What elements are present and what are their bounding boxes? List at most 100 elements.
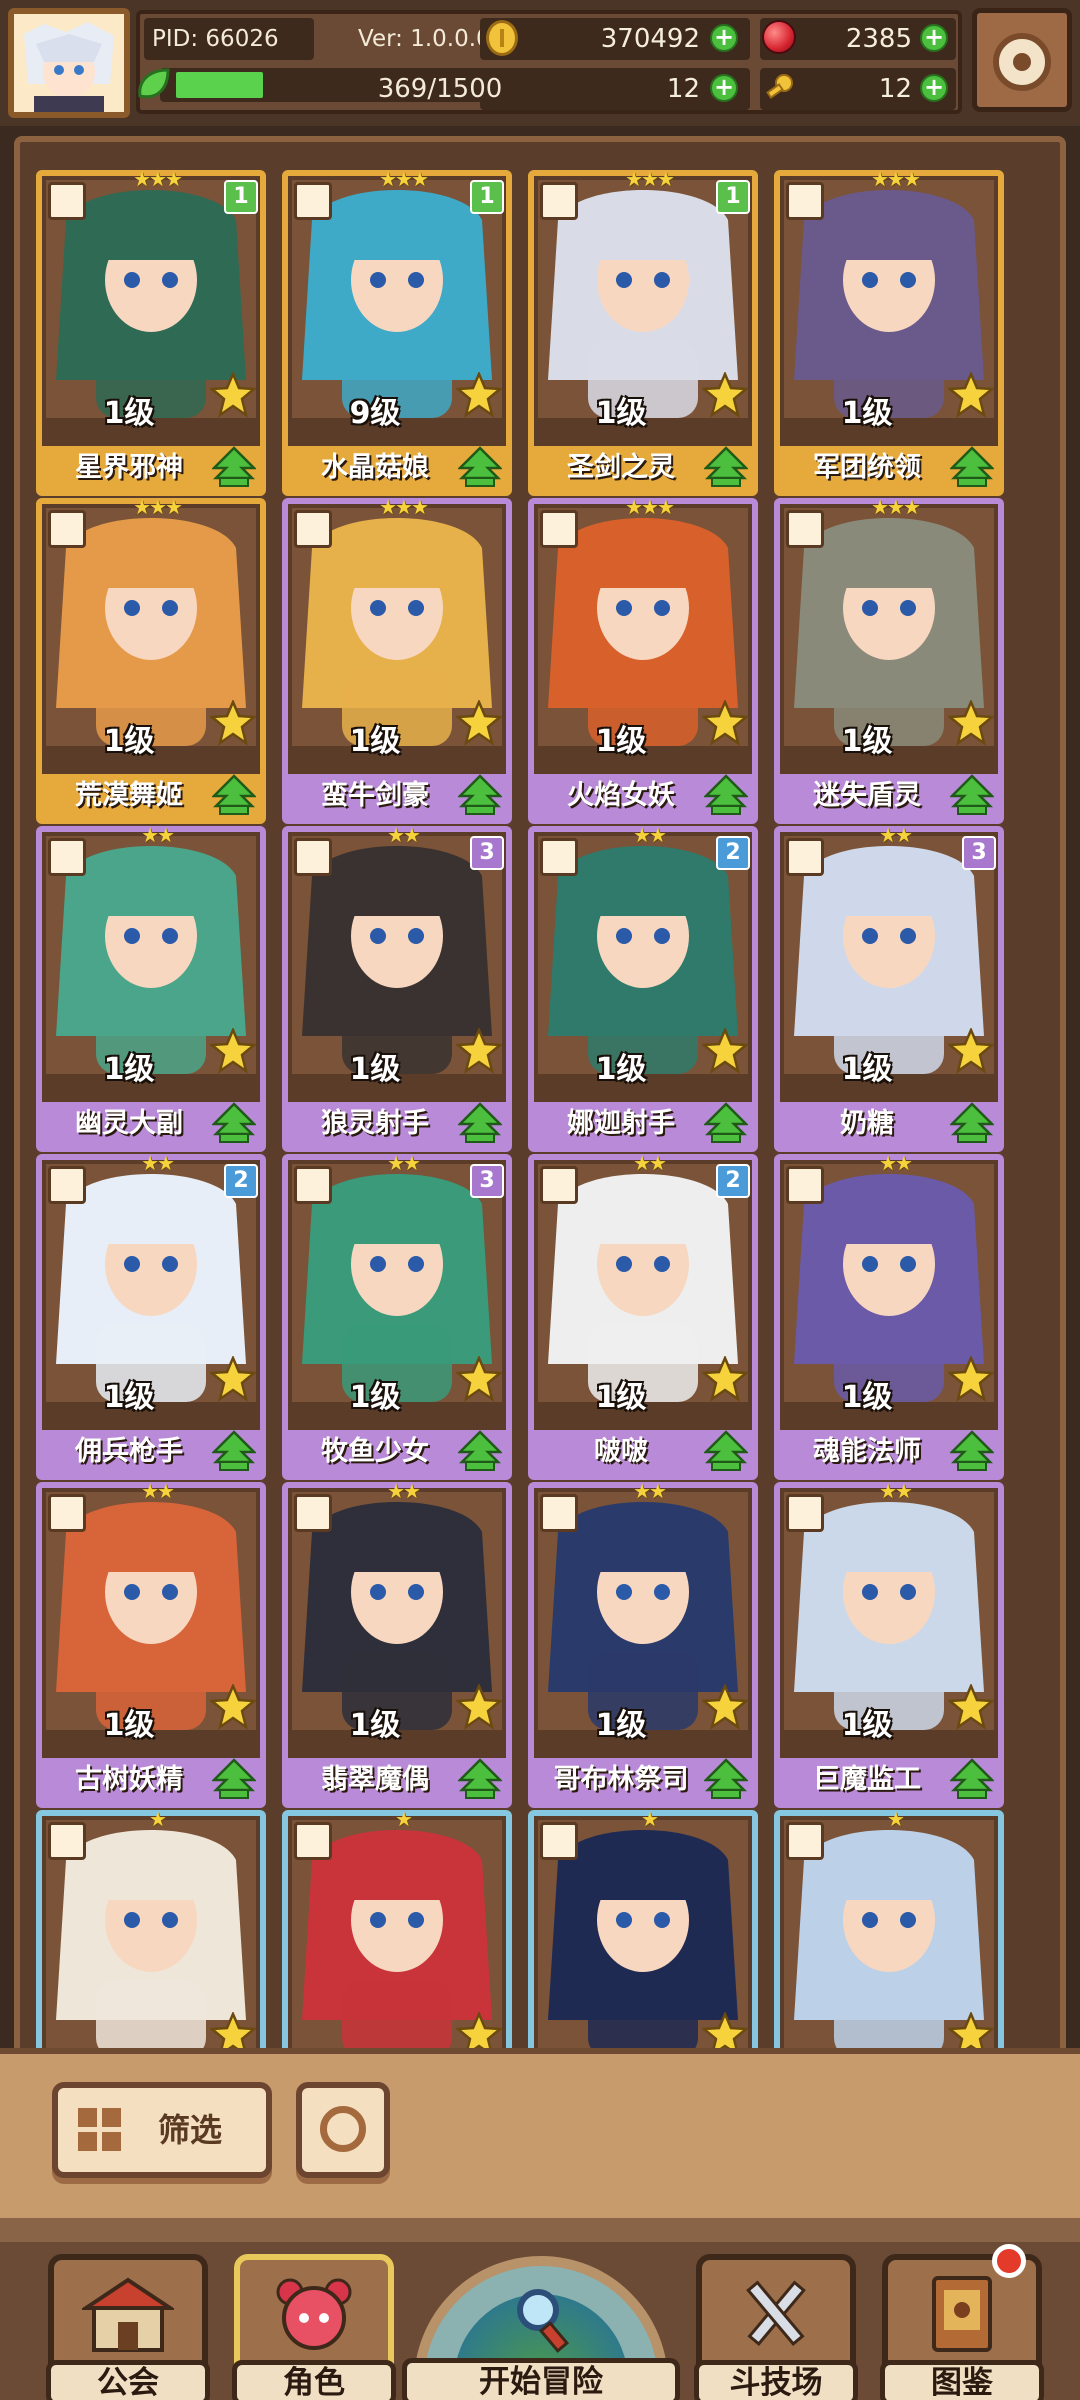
nav-arena-label: 斗技场 [694,2360,858,2400]
favorite-star-icon[interactable] [700,370,750,418]
character-card[interactable]: ★ [36,1809,266,2050]
favorite-star-icon[interactable] [700,1026,750,1074]
favorite-star-icon[interactable] [700,698,750,746]
magnifier-icon [517,2289,570,2353]
character-level: 1级 [841,396,893,431]
awakening-badge: 1 [716,180,750,214]
character-card[interactable]: ★★★ 1级 迷失盾灵 [774,497,1004,824]
filter-label: 筛选 [158,2111,223,2149]
character-card[interactable]: ★★ 1级 古树妖精 [36,1481,266,1808]
upgrade-arrow-icon[interactable] [456,1758,504,1800]
favorite-star-icon[interactable] [946,1026,996,1074]
upgrade-arrow-icon[interactable] [456,1430,504,1472]
upgrade-arrow-icon[interactable] [702,1430,750,1472]
favorite-star-icon[interactable] [208,1682,258,1730]
upgrade-arrow-icon[interactable] [702,774,750,816]
add-key-icon[interactable]: + [920,74,948,102]
player-avatar[interactable] [8,8,130,118]
character-card[interactable]: ★★★ 1级 军团统领 [774,169,1004,496]
character-card[interactable]: ★★★ 1 9级 水晶菇娘 [282,167,512,496]
add-gold-icon[interactable]: + [710,24,738,52]
character-card[interactable]: ★★ 1级 魂能法师 [774,1153,1004,1480]
favorite-star-icon[interactable] [946,1682,996,1730]
favorite-star-icon[interactable] [454,1682,504,1730]
class-emblem-icon [48,510,86,548]
upgrade-arrow-icon[interactable] [702,1102,750,1144]
rank-stars: ★★ [633,1151,667,1175]
nav-adventure[interactable]: 开始冒险 [402,2256,680,2400]
character-card[interactable]: ★★ 2 1级 啵啵 [528,1151,758,1480]
character-card[interactable]: ★★★ 1级 火焰女妖 [528,497,758,824]
favorite-star-icon[interactable] [700,1682,750,1730]
character-name: 啵啵 [594,1436,648,1467]
favorite-star-icon[interactable] [700,1354,750,1402]
add-clover-icon[interactable]: + [710,74,738,102]
favorite-star-icon[interactable] [208,698,258,746]
favorite-star-icon[interactable] [454,370,504,418]
nav-guild[interactable]: 公会 [46,2254,210,2400]
upgrade-arrow-icon[interactable] [210,1758,258,1800]
upgrade-arrow-icon[interactable] [456,446,504,488]
character-name: 军团统领 [813,452,921,483]
upgrade-arrow-icon[interactable] [456,774,504,816]
upgrade-arrow-icon[interactable] [210,1430,258,1472]
character-card[interactable]: ★★ 1级 哥布林祭司 [528,1481,758,1808]
favorite-star-icon[interactable] [208,1026,258,1074]
character-card[interactable]: ★ [774,1809,1004,2050]
favorite-star-icon[interactable] [208,1354,258,1402]
character-card[interactable]: ★★ 3 1级 牧鱼少女 [282,1153,512,1480]
favorite-star-icon[interactable] [946,698,996,746]
character-card[interactable]: ★★ 3 1级 奶糖 [774,825,1004,1152]
rank-stars: ★★★ [379,167,429,191]
character-roster[interactable]: ★★★ 1 1级 星界邪神 ★★★ 1 9级 水晶菇娘 ★★★ 1 1级 圣剑之灵 ★★★ 1级 军团统领 ★… [14,136,1066,2056]
favorite-star-icon[interactable] [946,1354,996,1402]
red-gem-icon [762,20,796,54]
upgrade-arrow-icon[interactable] [702,1758,750,1800]
favorite-star-icon[interactable] [454,1354,504,1402]
character-card[interactable]: ★★ 2 1级 佣兵枪手 [36,1153,266,1480]
rank-stars: ★ [395,1807,413,1831]
filter-button[interactable]: 筛选 [52,2082,272,2178]
favorite-star-icon[interactable] [946,370,996,418]
upgrade-arrow-icon[interactable] [210,774,258,816]
character-card[interactable]: ★★ 1级 翡翠魔偶 [282,1479,512,1808]
character-card[interactable]: ★★★ 1 1级 圣剑之灵 [528,169,758,496]
character-name: 圣剑之灵 [567,452,675,483]
character-card[interactable]: ★★ 1级 巨魔监工 [774,1481,1004,1808]
favorite-star-icon[interactable] [208,370,258,418]
nav-adventure-label: 开始冒险 [402,2358,680,2400]
class-emblem-icon [540,1822,578,1860]
upgrade-arrow-icon[interactable] [948,1758,996,1800]
nav-arena[interactable]: 斗技场 [694,2254,858,2400]
upgrade-arrow-icon[interactable] [948,774,996,816]
clover-amount: 12 [666,74,700,104]
nav-codex[interactable]: 图鉴 [880,2254,1044,2400]
character-card[interactable]: ★★★ 1 1级 星界邪神 [36,169,266,496]
refresh-button[interactable] [296,2082,390,2178]
favorite-star-icon[interactable] [454,1026,504,1074]
character-card[interactable]: ★★ 2 1级 娜迦射手 [528,825,758,1152]
upgrade-arrow-icon[interactable] [210,1102,258,1144]
gold-coin-icon [486,20,518,56]
character-card[interactable]: ★ [528,1809,758,2050]
rank-stars: ★★ [387,1479,421,1503]
settings-button[interactable] [972,8,1072,112]
rank-stars: ★★★ [379,495,429,519]
character-card[interactable]: ★★ 3 1级 狼灵射手 [282,825,512,1152]
notification-dot [992,2244,1026,2278]
upgrade-arrow-icon[interactable] [456,1102,504,1144]
character-card[interactable]: ★★★ 1级 荒漠舞姬 [36,497,266,824]
upgrade-arrow-icon[interactable] [948,446,996,488]
upgrade-arrow-icon[interactable] [210,446,258,488]
nav-character[interactable]: 角色 [232,2254,396,2400]
add-gem-icon[interactable]: + [920,24,948,52]
character-card[interactable]: ★★ 1级 幽灵大副 [36,825,266,1152]
character-card[interactable]: ★★★ 1级 蛮牛剑豪 [282,495,512,824]
character-level: 1级 [595,1708,647,1743]
upgrade-arrow-icon[interactable] [702,446,750,488]
nav-trim [0,2218,1080,2242]
character-card[interactable]: ★ [282,1807,512,2050]
upgrade-arrow-icon[interactable] [948,1102,996,1144]
upgrade-arrow-icon[interactable] [948,1430,996,1472]
favorite-star-icon[interactable] [454,698,504,746]
